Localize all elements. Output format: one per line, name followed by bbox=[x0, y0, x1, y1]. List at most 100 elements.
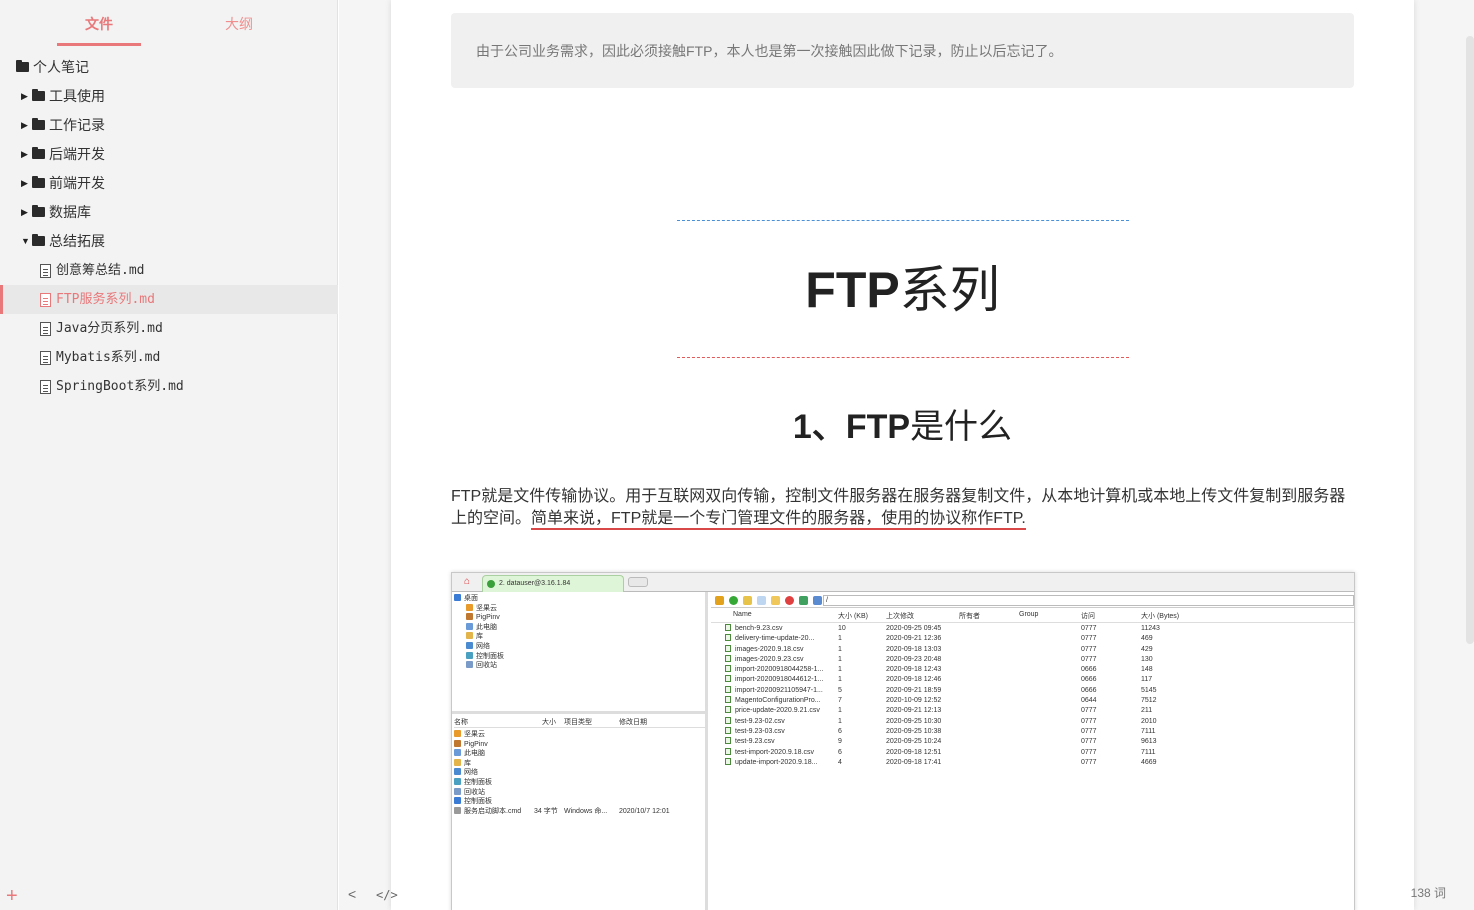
shot-list-item: 回收站 bbox=[454, 787, 708, 798]
shot-file-bytes: 148 bbox=[1141, 666, 1153, 674]
heading-2-cn: 是什么 bbox=[910, 408, 1013, 446]
shot-file-row: import-20200918044612-1... 1 2020-09-18 12… bbox=[711, 675, 1354, 685]
tree-label: Mybatis系列.md bbox=[56, 350, 161, 365]
shot-file-size: 1 bbox=[838, 635, 842, 643]
new-file-icon bbox=[757, 596, 766, 605]
shot-file-size: 1 bbox=[838, 645, 842, 653]
expand-arrow-icon[interactable]: ▶ bbox=[21, 140, 28, 169]
tree-item-icon bbox=[454, 594, 461, 601]
shot-list-header: 名称 大小 项目类型 修改日期 bbox=[454, 718, 708, 728]
shot-tabbar: ⌂ 2. datauser@3.16.1.84 bbox=[452, 573, 1354, 592]
chevron-left-icon[interactable]: < bbox=[348, 886, 356, 902]
list-item-icon bbox=[454, 758, 461, 766]
shot-h-perm: 访问 bbox=[1081, 613, 1095, 620]
tree-folder[interactable]: ▶ 前端开发 bbox=[0, 169, 338, 198]
tree-folder[interactable]: ▶ 工具使用 bbox=[0, 82, 338, 111]
heading-1-latin: FTP bbox=[805, 262, 900, 318]
shot-col-name: 名称 bbox=[454, 719, 468, 726]
file-icon bbox=[40, 380, 51, 394]
expand-arrow-icon[interactable]: ▶ bbox=[21, 169, 28, 198]
tree-folder[interactable]: ▶ 数据库 bbox=[0, 198, 338, 227]
shot-file-rows: bench-9.23.csv 10 2020-09-25 09:45 0777 1124… bbox=[711, 624, 1354, 768]
tree-file[interactable]: 创意筹总结.md bbox=[0, 256, 338, 285]
expand-arrow-icon[interactable]: ▶ bbox=[21, 198, 28, 227]
tree-folder[interactable]: 个人笔记 bbox=[0, 53, 338, 82]
csv-file-icon bbox=[725, 716, 731, 724]
expand-arrow-icon[interactable]: ▶ bbox=[21, 82, 28, 111]
list-item-icon bbox=[454, 749, 461, 757]
shot-file-name: images-2020.9.23.csv bbox=[735, 655, 804, 663]
shot-file-mod: 2020-09-18 17:41 bbox=[886, 758, 942, 766]
shot-file-name: delivery-time-update-20... bbox=[735, 635, 815, 643]
shot-list-label: 坚果云 bbox=[464, 731, 485, 738]
csv-file-icon bbox=[725, 675, 731, 683]
shot-file-name: import-20200921105947-1... bbox=[735, 686, 823, 694]
sidebar-tabs: 文件 大纲 bbox=[0, 0, 338, 46]
expand-arrow-icon[interactable]: ▼ bbox=[21, 227, 30, 256]
shot-col-date: 修改日期 bbox=[619, 719, 647, 726]
source-code-icon[interactable]: </> bbox=[376, 888, 398, 902]
shot-tree-label: 网络 bbox=[476, 642, 490, 650]
word-count: 138 词 bbox=[1410, 886, 1446, 900]
add-icon[interactable]: + bbox=[6, 886, 18, 906]
tree-file[interactable]: FTP服务系列.md bbox=[0, 285, 338, 314]
shot-file-bytes: 2010 bbox=[1141, 717, 1157, 725]
shot-file-mod: 2020-09-25 10:38 bbox=[886, 727, 942, 735]
tree-label: 后端开发 bbox=[49, 146, 105, 162]
shot-tree-item: 坚果云 bbox=[454, 603, 708, 614]
shot-list-item: 此电脑 bbox=[454, 749, 708, 759]
shot-tree-label: 控制面板 bbox=[476, 652, 504, 660]
tree-folder[interactable]: ▼ 总结拓展 bbox=[0, 227, 338, 256]
shot-file-row: MagentoConfigurationPro... 7 2020-10-09 12… bbox=[711, 696, 1354, 706]
shot-file-size: 1 bbox=[838, 707, 842, 715]
shot-file-name: import-20200918044612-1... bbox=[735, 676, 824, 684]
shot-file-perm: 0777 bbox=[1081, 635, 1097, 643]
shot-local-pane: 桌面 坚果云 PigPinv 此电脑库网络 控制面板 回收站 名称 大小 项目类型 修改日… bbox=[452, 592, 708, 910]
shot-tree-label: 回收站 bbox=[476, 662, 497, 670]
tree-folder[interactable]: ▶ 工作记录 bbox=[0, 111, 338, 140]
shot-list-label: 网络 bbox=[464, 769, 478, 777]
shot-h-owner: 所有者 bbox=[959, 613, 980, 620]
shot-file-bytes: 211 bbox=[1141, 707, 1153, 715]
folder-icon bbox=[32, 89, 45, 101]
csv-file-icon bbox=[725, 634, 731, 642]
shot-file-mod: 2020-09-25 10:24 bbox=[886, 738, 942, 746]
shot-file-perm: 0777 bbox=[1081, 655, 1097, 663]
shot-file-mod: 2020-09-23 20:48 bbox=[886, 655, 942, 663]
shot-file-size: 6 bbox=[838, 727, 842, 735]
shot-file-mod: 2020-09-25 09:45 bbox=[886, 625, 942, 632]
tree-file[interactable]: Mybatis系列.md bbox=[0, 343, 338, 372]
csv-file-icon bbox=[725, 624, 731, 631]
file-tree: 个人笔记 ▶ 工具使用 ▶ 工作记录 ▶ 后端开发 ▶ 前端开发 ▶ 数据库 ▼ 总结拓展 创意筹总结.m… bbox=[0, 53, 338, 401]
tab-outline[interactable]: 大纲 bbox=[197, 14, 281, 46]
shot-file-row: import-20200918044258-1... 1 2020-09-18 12… bbox=[711, 665, 1354, 675]
shot-file-mod: 2020-09-18 12:46 bbox=[886, 676, 942, 684]
shot-tree-item: 此电脑 bbox=[454, 622, 708, 633]
file-icon bbox=[40, 293, 51, 307]
tree-label: 工作记录 bbox=[49, 117, 105, 133]
shot-file-name: test-9.23.csv bbox=[735, 738, 775, 746]
tab-files[interactable]: 文件 bbox=[57, 14, 141, 46]
shot-file-mod: 2020-09-25 10:30 bbox=[886, 717, 942, 725]
shot-file-bytes: 7512 bbox=[1141, 697, 1157, 705]
shot-tree-label: 库 bbox=[476, 633, 483, 641]
shot-file-row: import-20200921105947-1... 5 2020-09-21 18… bbox=[711, 685, 1354, 696]
shot-file-bytes: 130 bbox=[1141, 655, 1153, 663]
shot-file-mod: 2020-09-21 18:59 bbox=[886, 686, 942, 694]
shot-file-row: images-2020.9.23.csv 1 2020-09-23 20:48 077… bbox=[711, 654, 1354, 665]
shot-file-perm: 0777 bbox=[1081, 707, 1097, 715]
shot-file-header: Name 大小 (KB) 上次修改 所有者 Group 访问 大小 (Bytes… bbox=[711, 611, 1354, 623]
shot-file-bytes: 7111 bbox=[1141, 748, 1156, 756]
tree-file[interactable]: SpringBoot系列.md bbox=[0, 372, 338, 401]
csv-file-icon bbox=[725, 696, 731, 704]
tree-item-icon bbox=[466, 603, 473, 611]
scrollbar[interactable] bbox=[1466, 36, 1474, 644]
tree-file[interactable]: Java分页系列.md bbox=[0, 314, 338, 343]
expand-arrow-icon[interactable]: ▶ bbox=[21, 111, 28, 140]
list-item-icon bbox=[454, 768, 461, 776]
tree-label: 个人笔记 bbox=[33, 59, 89, 75]
shot-list-item: 控制面板 bbox=[454, 777, 708, 788]
shot-file-size: 9 bbox=[838, 738, 842, 746]
tree-folder[interactable]: ▶ 后端开发 bbox=[0, 140, 338, 169]
document-page[interactable]: 由于公司业务需求，因此必须接触FTP，本人也是第一次接触因此做下记录，防止以后忘… bbox=[391, 0, 1414, 910]
